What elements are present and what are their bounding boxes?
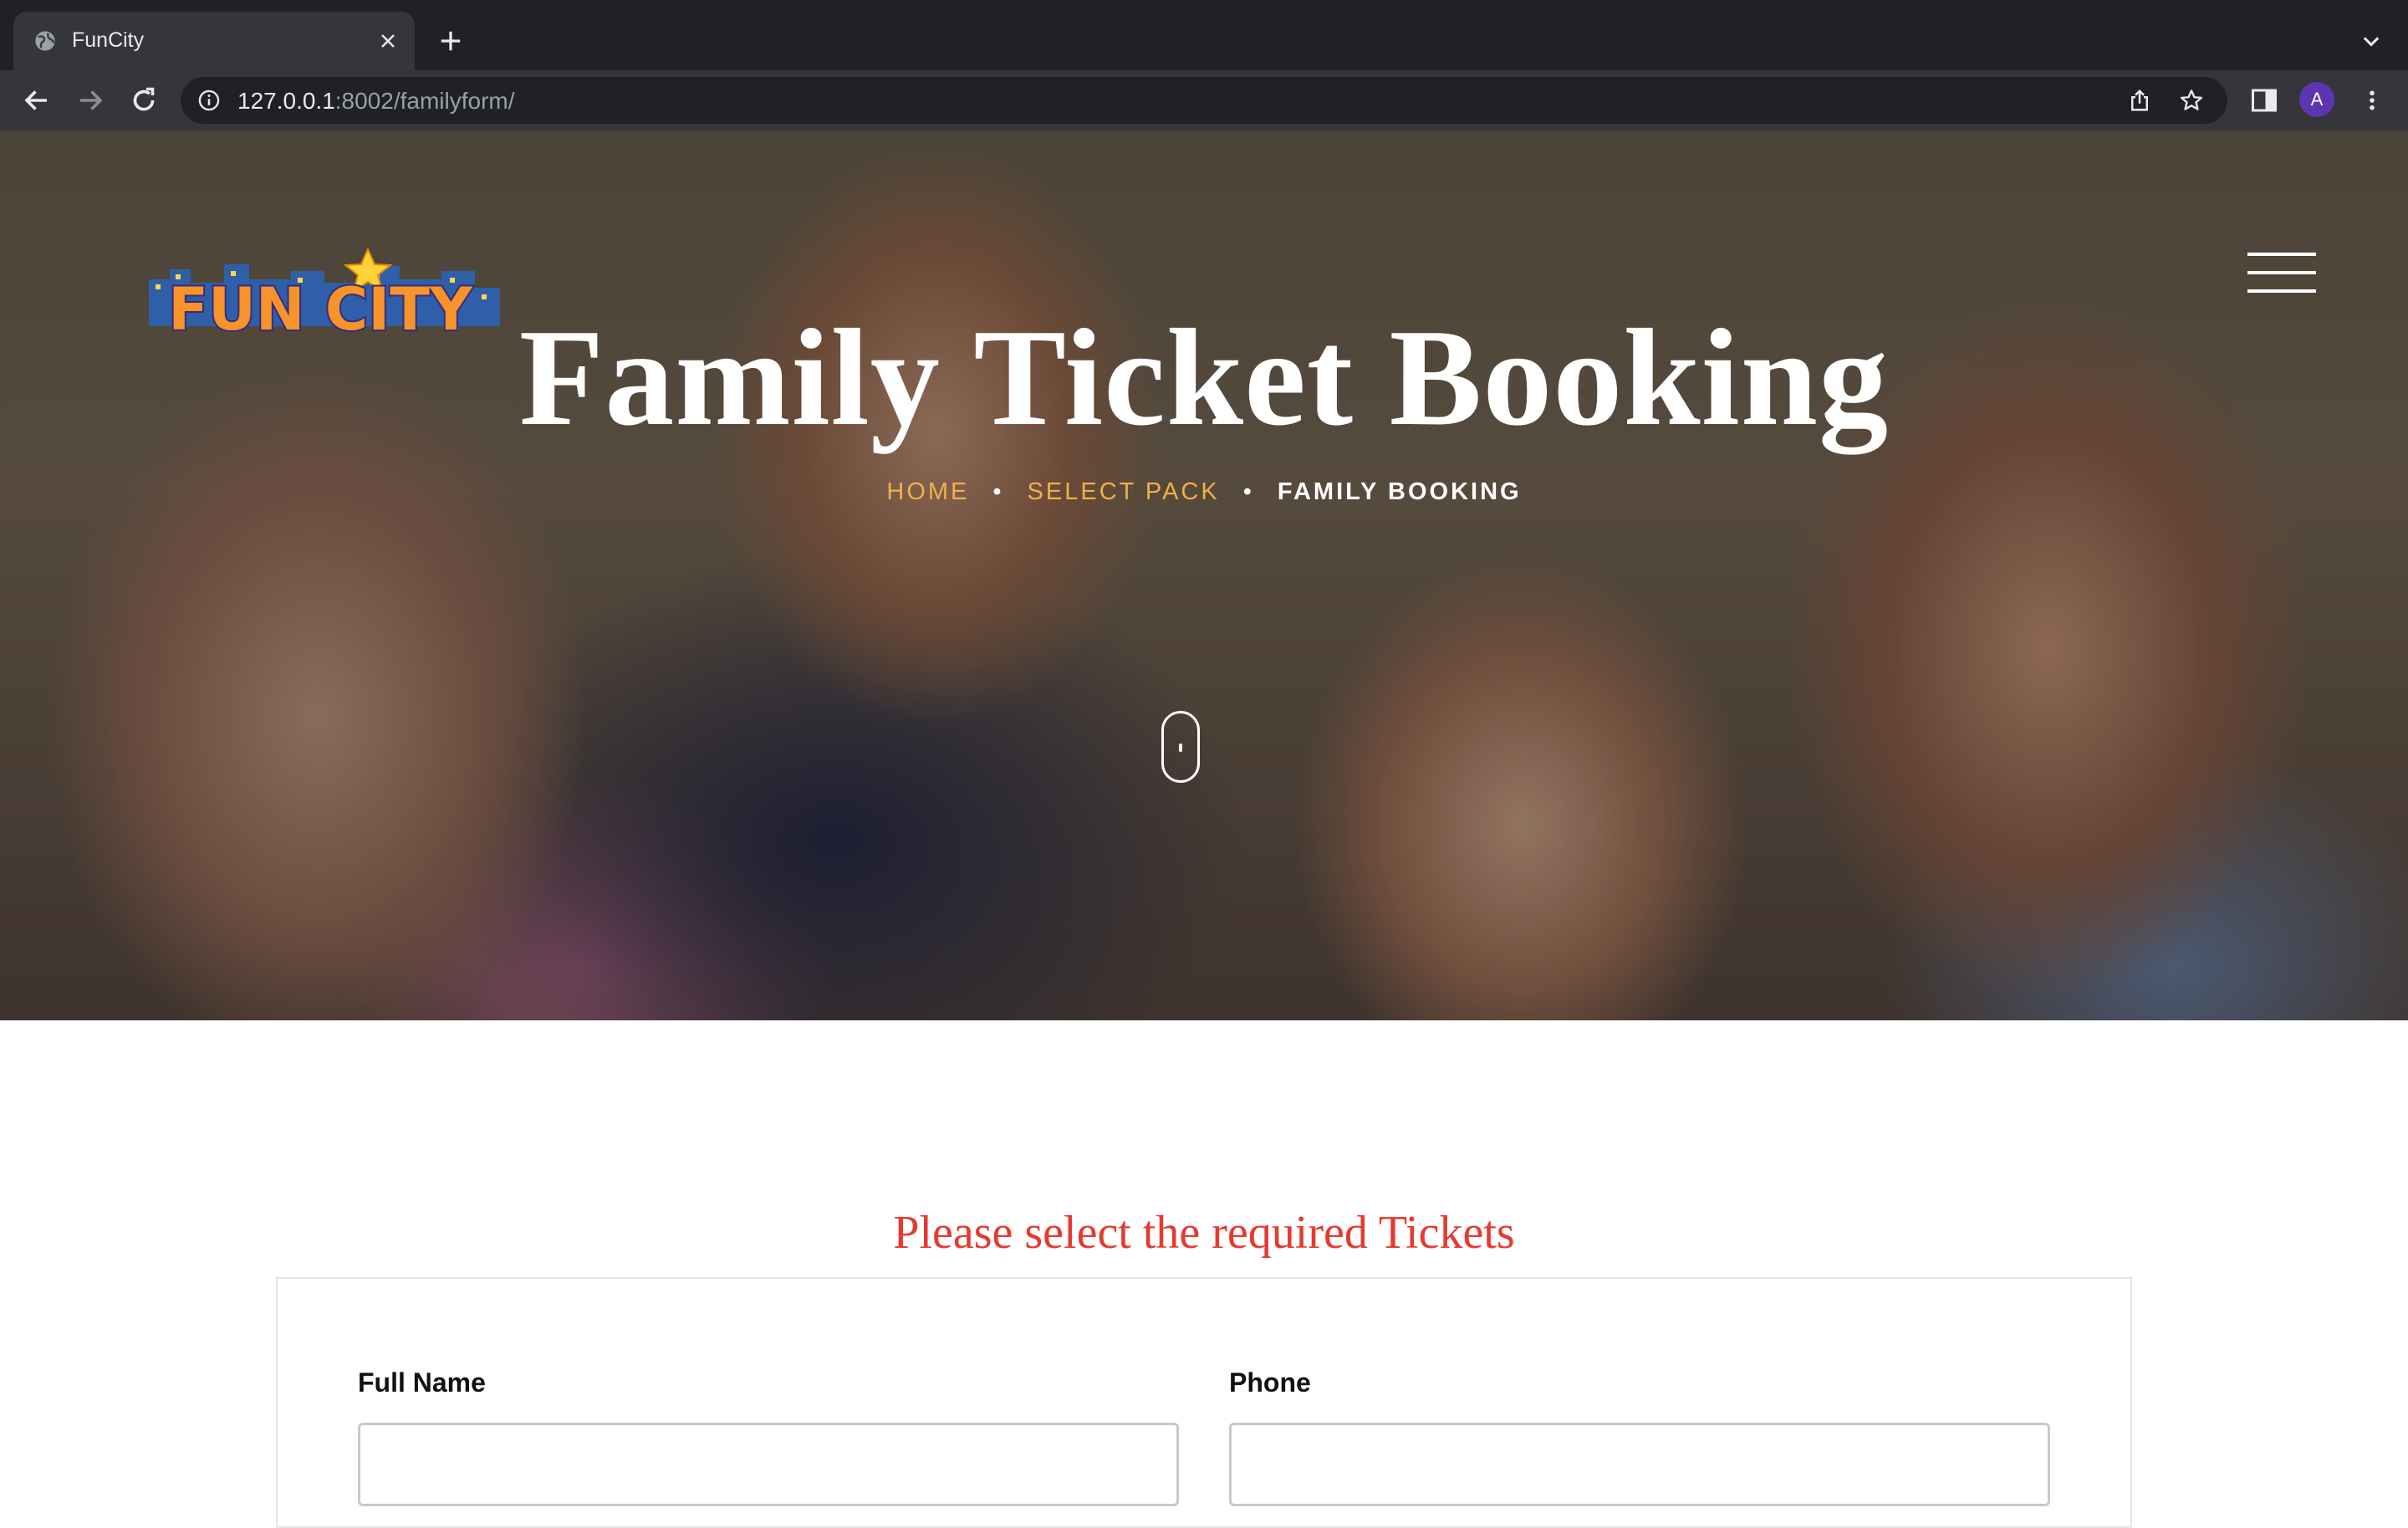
- url-path: :8002/familyform/: [334, 88, 515, 114]
- chevron-down-icon[interactable]: [2360, 30, 2383, 54]
- site-info-icon[interactable]: [197, 89, 221, 112]
- browser-tab[interactable]: FunCity: [13, 12, 415, 70]
- browser-tabstrip: FunCity: [0, 0, 2408, 70]
- forward-arrow-icon[interactable]: [75, 85, 105, 115]
- breadcrumb: HOME • SELECT PACK • FAMILY BOOKING: [0, 478, 2408, 506]
- breadcrumb-separator: •: [992, 478, 1004, 505]
- form-heading: Please select the required Tickets: [893, 1207, 1515, 1259]
- hamburger-menu-icon[interactable]: [2247, 253, 2316, 299]
- booking-form: Full Name Phone: [276, 1277, 2132, 1528]
- side-panel-icon[interactable]: [2249, 85, 2279, 115]
- breadcrumb-current: FAMILY BOOKING: [1277, 478, 1522, 505]
- mouse-wheel: [1179, 744, 1182, 752]
- profile-avatar[interactable]: A: [2299, 82, 2334, 117]
- close-icon[interactable]: [378, 31, 398, 51]
- bookmark-star-icon[interactable]: [2179, 88, 2204, 113]
- reload-icon[interactable]: [129, 85, 159, 115]
- breadcrumb-home-link[interactable]: HOME: [886, 478, 969, 505]
- share-icon[interactable]: [2127, 88, 2152, 113]
- full-name-label: Full Name: [358, 1367, 486, 1398]
- address-bar[interactable]: 127.0.0.1:8002/familyform/: [181, 77, 2227, 124]
- browser-toolbar: 127.0.0.1:8002/familyform/: [0, 70, 2408, 130]
- page-title: Family Ticket Booking: [518, 300, 1890, 454]
- tab-title: FunCity: [72, 28, 145, 52]
- scroll-down-mouse-icon[interactable]: [1161, 711, 1200, 783]
- phone-label: Phone: [1229, 1367, 1311, 1398]
- full-name-input[interactable]: [358, 1423, 1179, 1506]
- breadcrumb-select-pack-link[interactable]: SELECT PACK: [1028, 478, 1220, 505]
- url-text: 127.0.0.1:8002/familyform/: [237, 88, 515, 115]
- new-tab-icon[interactable]: [438, 28, 463, 54]
- more-vert-icon[interactable]: [2360, 85, 2385, 115]
- hero-banner: FUN CITY Family Ticket Booking HOME • SELE…: [0, 130, 2408, 1020]
- globe-icon: [35, 31, 55, 51]
- breadcrumb-separator: •: [1242, 478, 1254, 505]
- url-host: 127.0.0.1: [237, 88, 335, 114]
- phone-input[interactable]: [1229, 1423, 2050, 1506]
- back-arrow-icon[interactable]: [22, 85, 52, 115]
